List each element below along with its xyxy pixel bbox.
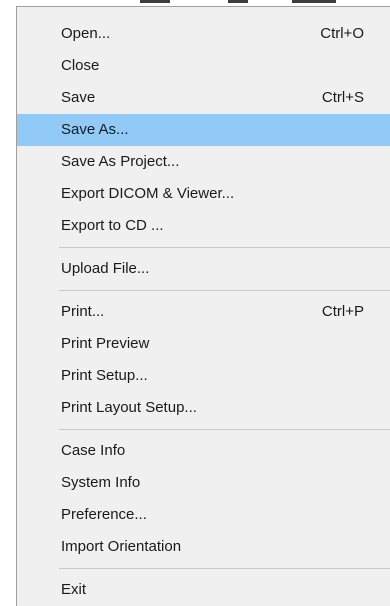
menu-separator — [59, 429, 390, 430]
menu-item-print-layout-setup[interactable]: Print Layout Setup... — [17, 392, 390, 424]
menu-item-export-dicom-viewer[interactable]: Export DICOM & Viewer... — [17, 178, 390, 210]
menu-separator — [59, 568, 390, 569]
menu-item-shortcut: Ctrl+S — [321, 89, 364, 106]
menu-item-system-info[interactable]: System Info — [17, 467, 390, 499]
menu-item-label: Export DICOM & Viewer... — [61, 185, 235, 202]
background-fragment — [292, 0, 336, 3]
background-fragment — [140, 0, 170, 3]
background-fragment — [228, 0, 248, 3]
menu-item-import-orientation[interactable]: Import Orientation — [17, 531, 390, 563]
menu-item-label: Print... — [61, 303, 105, 320]
menu-item-label: Exit — [61, 581, 87, 598]
menu-item-case-info[interactable]: Case Info — [17, 435, 390, 467]
menu-item-label: Case Info — [61, 442, 126, 459]
menu-item-label: Import Orientation — [61, 538, 182, 555]
menu-item-label: Export to CD ... — [61, 217, 164, 234]
menu-item-save[interactable]: Save Ctrl+S — [17, 82, 390, 114]
menu-item-close[interactable]: Close — [17, 50, 390, 82]
screen: Open... Ctrl+O Close Save Ctrl+S Save As… — [0, 0, 390, 606]
menu-item-label: Preference... — [61, 506, 147, 523]
menu-item-open[interactable]: Open... Ctrl+O — [17, 18, 390, 50]
menu-item-shortcut: Ctrl+P — [321, 303, 364, 320]
menu-item-exit[interactable]: Exit — [17, 574, 390, 606]
menu-item-print[interactable]: Print... Ctrl+P — [17, 296, 390, 328]
menu-item-export-to-cd[interactable]: Export to CD ... — [17, 210, 390, 242]
menu-item-save-as[interactable]: Save As... — [17, 114, 390, 146]
menu-item-print-setup[interactable]: Print Setup... — [17, 360, 390, 392]
menu-item-preference[interactable]: Preference... — [17, 499, 390, 531]
menu-item-shortcut: Ctrl+O — [320, 25, 364, 42]
menu-item-label: System Info — [61, 474, 141, 491]
menu-item-label: Upload File... — [61, 260, 150, 277]
menu-separator — [59, 247, 390, 248]
menu-item-label: Print Setup... — [61, 367, 148, 384]
menu-item-label: Close — [61, 57, 100, 74]
menu-separator — [59, 290, 390, 291]
menu-item-label: Save — [61, 89, 96, 106]
menu-item-print-preview[interactable]: Print Preview — [17, 328, 390, 360]
menu-item-upload-file[interactable]: Upload File... — [17, 253, 390, 285]
menu-item-save-as-project[interactable]: Save As Project... — [17, 146, 390, 178]
menu-item-label: Save As Project... — [61, 153, 180, 170]
file-menu: Open... Ctrl+O Close Save Ctrl+S Save As… — [16, 6, 390, 606]
menu-item-label: Print Preview — [61, 335, 150, 352]
menu-item-label: Print Layout Setup... — [61, 399, 197, 416]
menu-item-label: Save As... — [61, 121, 129, 138]
menu-item-label: Open... — [61, 25, 111, 42]
